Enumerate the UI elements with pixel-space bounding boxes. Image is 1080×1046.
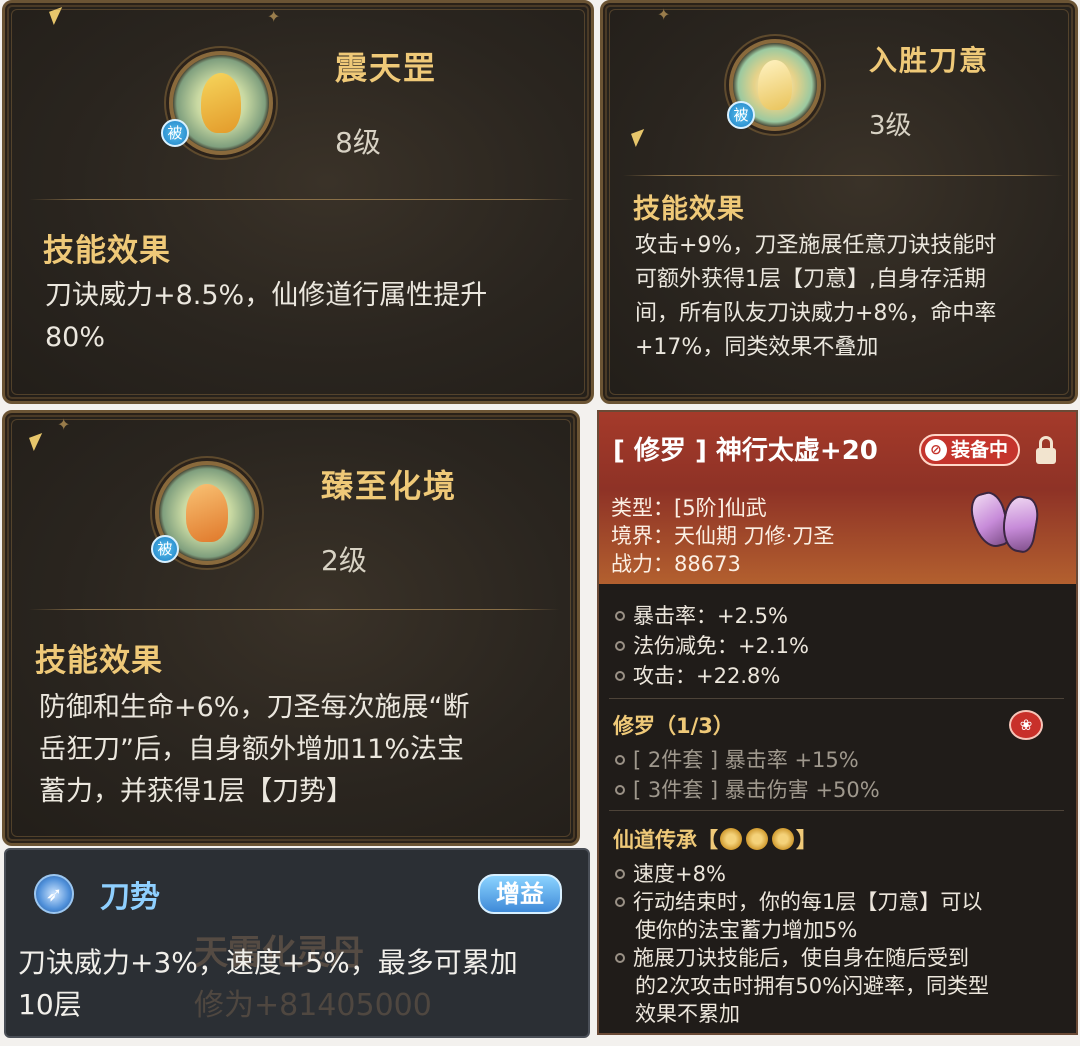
skill-level: 3级 bbox=[869, 111, 912, 141]
legacy-line: 行动结束时，你的每1层【刀意】可以 bbox=[615, 886, 982, 916]
equipment-power: 战力：88673 bbox=[611, 552, 741, 576]
buff-description: 刀诀威力+3%，速度+5%，最多可累加 10层 bbox=[18, 946, 518, 1021]
stat-line: 法伤减免：+2.1% bbox=[615, 630, 809, 660]
cloud-swirl-icon bbox=[772, 828, 794, 850]
equipped-badge: ⊘ 装备中 bbox=[919, 434, 1021, 466]
cloud-swirl-icon bbox=[746, 828, 768, 850]
buff-tooltip: 天雷化灵丹 修为+81405000 ➶ 刀势 增益 刀诀威力+3%，速度+5%，… bbox=[4, 848, 590, 1038]
skill-level: 2级 bbox=[321, 544, 367, 577]
effect-title: 技能效果 bbox=[35, 643, 163, 679]
divider bbox=[609, 698, 1064, 699]
legacy-line: 的2次攻击时拥有50%闪避率，同类型 bbox=[635, 974, 990, 998]
skill-name: 入胜刀意 bbox=[869, 44, 990, 77]
pointer-icon bbox=[29, 433, 47, 451]
passive-badge-icon: 被 bbox=[161, 119, 189, 147]
skill-panel-zhenzhihuajing: ✦ 被 臻至化境 2级 技能效果 防御和生命+6%，刀圣每次施展“断 岳狂刀”后… bbox=[2, 410, 580, 846]
effect-title: 技能效果 bbox=[633, 194, 745, 225]
no-entry-icon: ⊘ bbox=[925, 439, 947, 461]
stat-line: 攻击：+22.8% bbox=[615, 660, 780, 690]
buff-name: 刀势 bbox=[100, 880, 160, 915]
lotus-icon: ❀ bbox=[1009, 710, 1043, 740]
legacy-line: 使你的法宝蓄力增加5% bbox=[635, 918, 858, 942]
divider bbox=[609, 810, 1064, 811]
equipment-realm: 境界：天仙期 刀修·刀圣 bbox=[611, 524, 835, 548]
passive-badge-icon: 被 bbox=[151, 535, 179, 563]
equipment-title: [ 修罗 ] 神行太虚+20 bbox=[613, 436, 878, 466]
buff-blade-icon: ➶ bbox=[34, 874, 74, 914]
set-bonus-line: [ 2件套 ] 暴击率 +15% bbox=[615, 744, 859, 774]
divider bbox=[29, 199, 574, 200]
skill-name: 臻至化境 bbox=[321, 467, 458, 505]
equipment-header: [ 修罗 ] 神行太虚+20 ⊘ 装备中 类型：[5阶]仙武 境界：天仙期 刀修… bbox=[599, 412, 1076, 584]
stat-line: 暴击率：+2.5% bbox=[615, 600, 788, 630]
effect-description: 防御和生命+6%，刀圣每次施展“断 岳狂刀”后，自身额外增加11%法宝 蓄力，并… bbox=[39, 692, 470, 807]
equipment-tooltip: [ 修罗 ] 神行太虚+20 ⊘ 装备中 类型：[5阶]仙武 境界：天仙期 刀修… bbox=[597, 410, 1078, 1035]
effect-description: 刀诀威力+8.5%，仙修道行属性提升 80% bbox=[45, 280, 488, 353]
divider bbox=[623, 175, 1063, 176]
skill-level: 8级 bbox=[335, 126, 381, 159]
pointer-icon bbox=[49, 7, 67, 25]
cloud-swirl-icon bbox=[720, 828, 742, 850]
skill-name: 震天罡 bbox=[335, 49, 438, 87]
sparkle-icon: ✦ bbox=[267, 7, 281, 26]
legacy-line: 效果不累加 bbox=[635, 1002, 740, 1026]
buff-tag: 增益 bbox=[478, 874, 562, 914]
set-title: 修罗（1/3） bbox=[613, 714, 734, 738]
effect-description: 攻击+9%，刀圣施展任意刀诀技能时 可额外获得1层【刀意】,自身存活期 间，所有… bbox=[635, 233, 997, 360]
skill-panel-rushengdaoyi: ✦ 被 入胜刀意 3级 技能效果 攻击+9%，刀圣施展任意刀诀技能时 可额外获得… bbox=[600, 0, 1078, 404]
skill-panel-zhentiangang: ✦ 被 震天罡 8级 技能效果 刀诀威力+8.5%，仙修道行属性提升 80% bbox=[2, 0, 594, 404]
legacy-title: 仙道传承【】 bbox=[613, 828, 817, 852]
legacy-line: 施展刀诀技能后，使自身在随后受到 bbox=[615, 942, 969, 972]
boots-icon bbox=[966, 482, 1045, 560]
divider bbox=[29, 609, 559, 610]
sparkle-icon: ✦ bbox=[657, 5, 671, 24]
lock-icon[interactable] bbox=[1036, 436, 1056, 464]
passive-badge-icon: 被 bbox=[727, 101, 755, 129]
set-bonus-line: [ 3件套 ] 暴击伤害 +50% bbox=[615, 774, 880, 804]
legacy-line: 速度+8% bbox=[615, 858, 726, 888]
sparkle-icon: ✦ bbox=[57, 415, 71, 434]
equipment-type: 类型：[5阶]仙武 bbox=[611, 496, 767, 520]
effect-title: 技能效果 bbox=[43, 233, 171, 269]
pointer-icon bbox=[631, 129, 649, 147]
